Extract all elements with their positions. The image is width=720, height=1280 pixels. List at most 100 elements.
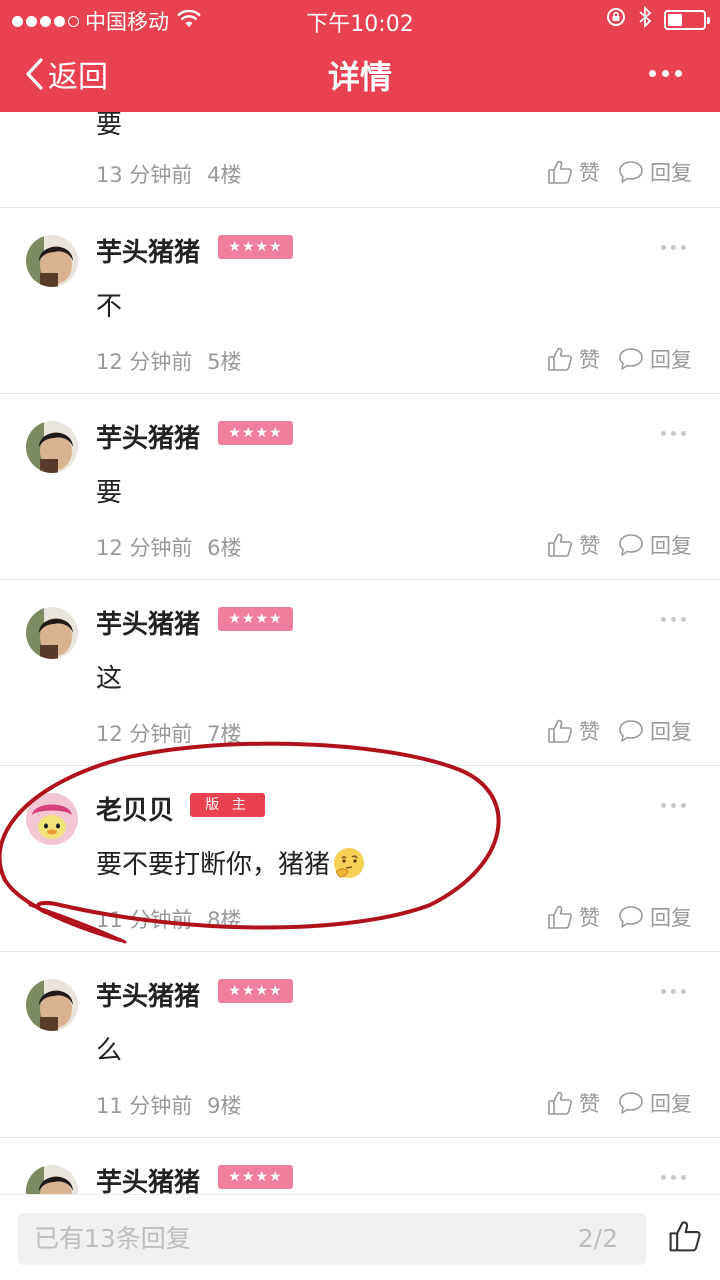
- reply-floor: 8楼: [207, 908, 242, 932]
- reply-label: 回复: [650, 906, 692, 930]
- like-button[interactable]: 赞: [547, 902, 600, 932]
- reply-button[interactable]: 回复: [618, 1088, 692, 1118]
- reply-floor: 4楼: [207, 163, 242, 187]
- reply-input-placeholder: 已有13条回复: [34, 1224, 191, 1253]
- username[interactable]: 芋头猪猪: [96, 604, 200, 641]
- reply-time: 11 分钟前: [96, 908, 193, 932]
- like-button[interactable]: 赞: [547, 716, 600, 746]
- like-label: 赞: [579, 1092, 600, 1116]
- more-options-button[interactable]: [661, 431, 686, 436]
- reply-meta: 11 分钟前 8楼: [96, 904, 241, 934]
- speech-bubble-icon: [619, 720, 643, 742]
- username[interactable]: 老贝贝: [96, 790, 174, 827]
- battery-icon: [664, 9, 710, 30]
- nav-bar: 返回 详情: [0, 36, 720, 112]
- reply-floor: 6楼: [207, 536, 242, 560]
- like-label: 赞: [579, 348, 600, 372]
- reply-item: 芋头猪猪 ★★★★ 这 12 分钟前 7楼 赞 回复: [0, 580, 720, 766]
- reply-item: 芋头猪猪 ★★★★ 么 11 分钟前 9楼 赞 回复: [0, 952, 720, 1138]
- avatar[interactable]: [26, 235, 78, 287]
- thumbs-up-icon: [548, 347, 572, 371]
- speech-bubble-icon: [619, 906, 643, 928]
- like-post-button[interactable]: [668, 1219, 702, 1257]
- reply-floor: 7楼: [207, 722, 242, 746]
- reply-content: 不: [96, 292, 123, 322]
- reply-item: 老贝贝 版 主 要不要打断你，猪猪 11 分钟前 8楼 赞 回复: [0, 766, 720, 952]
- reply-item: 芋头猪猪 ★★★★ 要 12 分钟前 6楼 赞 回复: [0, 394, 720, 580]
- status-bar: 中国移动 下午10:02: [0, 0, 720, 37]
- username[interactable]: 芋头猪猪: [96, 232, 200, 269]
- avatar[interactable]: [26, 421, 78, 473]
- reply-button[interactable]: 回复: [618, 157, 692, 187]
- thumbs-up-icon: [548, 905, 572, 929]
- username[interactable]: 芋头猪猪: [96, 1162, 200, 1194]
- like-button[interactable]: 赞: [547, 157, 600, 187]
- like-button[interactable]: 赞: [547, 530, 600, 560]
- bluetooth-icon: [638, 5, 652, 33]
- reply-content: 要不要打断你，猪猪: [96, 844, 366, 881]
- level-badge: ★★★★: [218, 235, 293, 259]
- reply-label: 回复: [650, 161, 692, 185]
- reply-list[interactable]: 要 13 分钟前 4楼 赞 回复 芋头猪猪 ★★★★ 不 12 分钟前 5楼 赞…: [0, 112, 720, 1194]
- thumbs-up-icon: [548, 1091, 572, 1115]
- reply-time: 13 分钟前: [96, 163, 193, 187]
- reply-meta: 12 分钟前 6楼: [96, 532, 241, 562]
- reply-content: 么: [96, 1036, 123, 1066]
- reply-floor: 5楼: [207, 350, 242, 374]
- reply-time: 12 分钟前: [96, 536, 193, 560]
- thumbs-up-icon: [669, 1221, 701, 1252]
- more-menu-button[interactable]: [649, 70, 682, 77]
- reply-label: 回复: [650, 534, 692, 558]
- reply-floor: 9楼: [207, 1094, 242, 1118]
- reply-time: 11 分钟前: [96, 1094, 193, 1118]
- more-options-button[interactable]: [661, 989, 686, 994]
- bottom-bar: 已有13条回复 2/2: [0, 1194, 720, 1280]
- avatar[interactable]: [26, 607, 78, 659]
- reply-item: 要 13 分钟前 4楼 赞 回复: [0, 112, 720, 208]
- like-label: 赞: [579, 720, 600, 744]
- reply-input[interactable]: 已有13条回复 2/2: [18, 1213, 646, 1265]
- reply-label: 回复: [650, 1092, 692, 1116]
- rotation-lock-icon: [606, 7, 626, 32]
- avatar[interactable]: [26, 979, 78, 1031]
- more-options-button[interactable]: [661, 803, 686, 808]
- more-options-button[interactable]: [661, 245, 686, 250]
- more-options-button[interactable]: [661, 617, 686, 622]
- level-badge: ★★★★: [218, 607, 293, 631]
- reply-item: 芋头猪猪 ★★★★: [0, 1138, 720, 1194]
- thumbs-up-icon: [548, 719, 572, 743]
- thinking-emoji-icon: [334, 847, 365, 878]
- avatar[interactable]: [26, 1165, 78, 1194]
- reply-content: 要: [96, 478, 123, 508]
- level-badge: ★★★★: [218, 979, 293, 1003]
- thumbs-up-icon: [548, 160, 572, 184]
- like-button[interactable]: 赞: [547, 344, 600, 374]
- reply-meta: 11 分钟前 9楼: [96, 1090, 241, 1120]
- reply-meta: 12 分钟前 7楼: [96, 718, 241, 748]
- level-badge: ★★★★: [218, 1165, 293, 1189]
- reply-button[interactable]: 回复: [618, 716, 692, 746]
- reply-content: 要: [96, 112, 123, 140]
- username[interactable]: 芋头猪猪: [96, 418, 200, 455]
- level-badge: ★★★★: [218, 421, 293, 445]
- app-header: 中国移动 下午10:02 返回 详情: [0, 0, 720, 112]
- speech-bubble-icon: [619, 1092, 643, 1114]
- reply-meta: 13 分钟前 4楼: [96, 159, 241, 189]
- reply-meta: 12 分钟前 5楼: [96, 346, 241, 376]
- reply-button[interactable]: 回复: [618, 344, 692, 374]
- like-label: 赞: [579, 161, 600, 185]
- page-indicator: 2/2: [577, 1224, 618, 1253]
- avatar[interactable]: [26, 793, 78, 845]
- reply-button[interactable]: 回复: [618, 530, 692, 560]
- more-options-button[interactable]: [661, 1175, 686, 1180]
- moderator-badge: 版 主: [190, 793, 265, 817]
- like-label: 赞: [579, 906, 600, 930]
- reply-button[interactable]: 回复: [618, 902, 692, 932]
- reply-label: 回复: [650, 720, 692, 744]
- like-label: 赞: [579, 534, 600, 558]
- speech-bubble-icon: [619, 534, 643, 556]
- speech-bubble-icon: [619, 161, 643, 183]
- like-button[interactable]: 赞: [547, 1088, 600, 1118]
- username[interactable]: 芋头猪猪: [96, 976, 200, 1013]
- reply-time: 12 分钟前: [96, 350, 193, 374]
